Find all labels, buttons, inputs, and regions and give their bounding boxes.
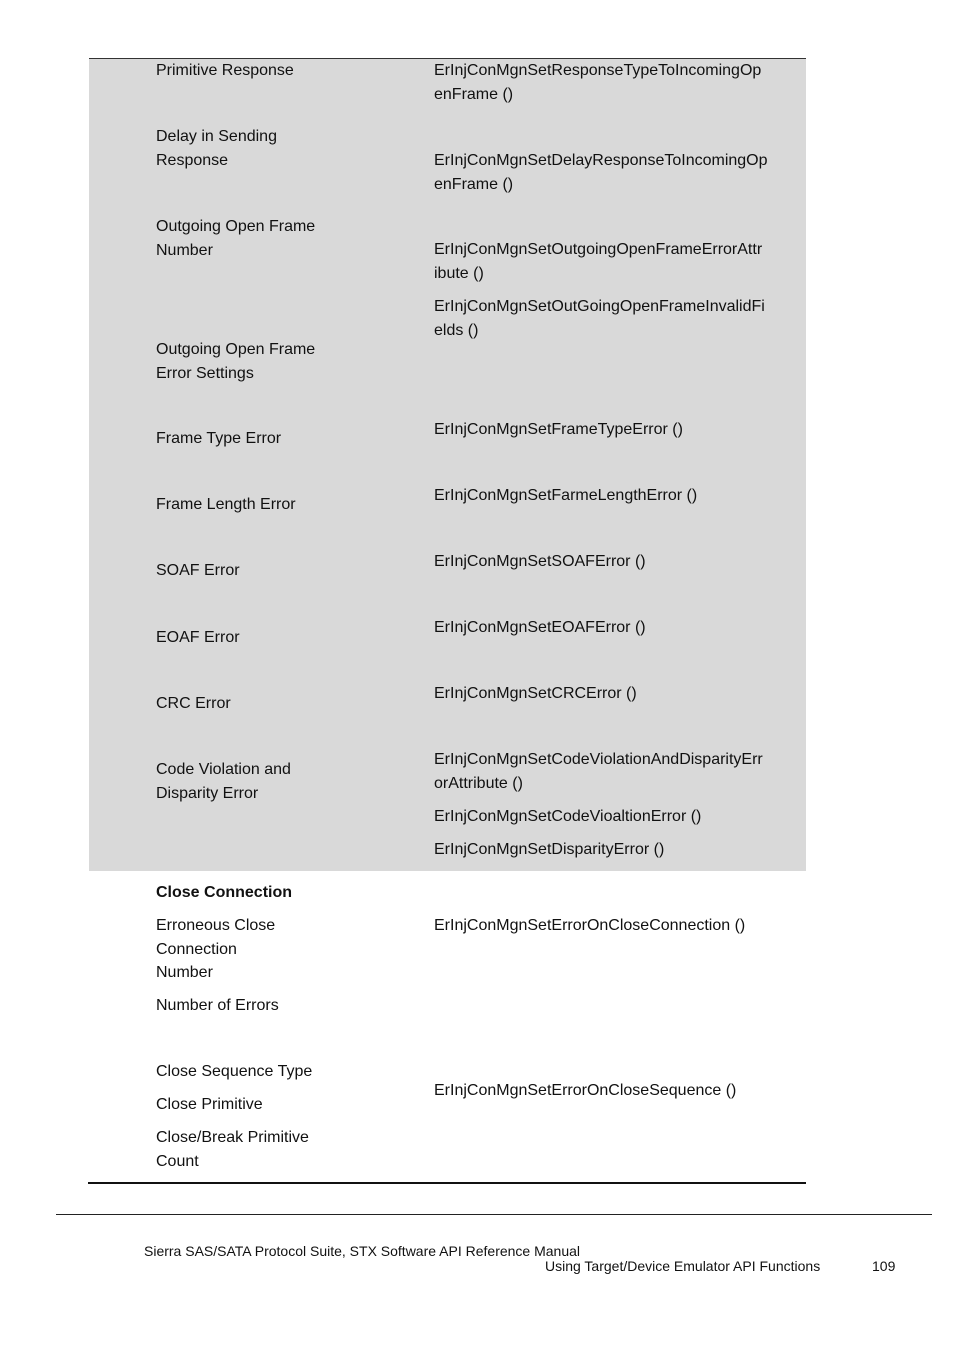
label-eoaf-error: EOAF Error [156,629,240,646]
label-outgoing-open-frame-error-settings: Outgoing Open Frame Error Settings [156,341,316,382]
footer-manual-title: Sierra SAS/SATA Protocol Suite, STX Soft… [144,1243,581,1259]
function-set-delay-response: ErInjConMgnSetDelayResponseToIncomingOp e… [434,152,768,193]
function-set-outgoing-open-frame-invalid-fields: ErInjConMgnSetOutGoingOpenFrameInvalidFi… [434,298,765,339]
footer-section-title: Using Target/Device Emulator API Functio… [545,1258,821,1274]
function-set-disparity-error: ErInjConMgnSetDisparityError () [434,841,665,858]
function-set-outgoing-open-frame-error-attribute: ErInjConMgnSetOutgoingOpenFrameErrorAttr… [434,241,763,282]
label-close-primitive: Close Primitive [156,1096,263,1113]
label-soaf-error: SOAF Error [156,562,240,579]
function-set-error-on-close-connection: ErInjConMgnSetErrorOnCloseConnection () [434,917,746,934]
label-number-of-errors: Number of Errors [156,997,279,1014]
label-close-break-primitive-count: Close/Break Primitive Count [156,1129,309,1170]
label-code-violation-disparity-error: Code Violation and Disparity Error [156,761,291,802]
function-set-frame-type-error: ErInjConMgnSetFrameTypeError () [434,421,683,438]
function-set-code-violation-disparity-attribute: ErInjConMgnSetCodeViolationAndDisparityE… [434,751,763,792]
function-set-crc-error: ErInjConMgnSetCRCError () [434,685,637,702]
close-connection-heading: Close Connection [156,884,293,901]
label-crc-error: CRC Error [156,695,231,712]
label-frame-length-error: Frame Length Error [156,496,296,513]
function-set-soaf-error: ErInjConMgnSetSOAFError () [434,553,646,570]
label-outgoing-open-frame-number: Outgoing Open Frame Number [156,218,316,259]
label-frame-type-error: Frame Type Error [156,430,282,447]
label-delay-in-sending-response: Delay in Sending Response [156,128,277,169]
table-bottom-rule [88,1182,806,1184]
function-set-response-type: ErInjConMgnSetResponseTypeToIncomingOp en… [434,62,762,103]
label-erroneous-close-connection-number: Erroneous Close Connection Number [156,917,276,981]
function-set-eoaf-error: ErInjConMgnSetEOAFError () [434,619,646,636]
label-close-sequence-type: Close Sequence Type [156,1063,313,1080]
footer-page-number: 109 [872,1258,896,1274]
label-primitive-response: Primitive Response [156,62,294,79]
function-set-error-on-close-sequence: ErInjConMgnSetErrorOnCloseSequence () [434,1082,737,1099]
function-set-code-violation-error: ErInjConMgnSetCodeVioaltionError () [434,808,702,825]
function-set-frame-length-error: ErInjConMgnSetFarmeLengthError () [434,487,698,504]
footer-divider [56,1214,932,1215]
